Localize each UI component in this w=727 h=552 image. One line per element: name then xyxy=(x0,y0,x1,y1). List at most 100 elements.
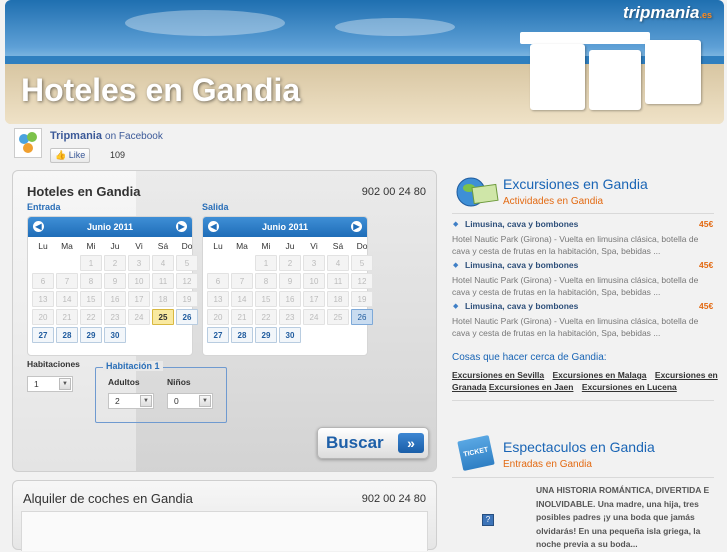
calendar-day[interactable]: 25 xyxy=(327,309,349,325)
calendar-day[interactable]: 21 xyxy=(231,309,253,325)
next-month-icon[interactable]: ▶ xyxy=(351,221,362,232)
activity-name[interactable]: Limusina, cava y bombones xyxy=(465,301,578,311)
excursiones-title[interactable]: Excursiones en Gandia xyxy=(503,176,648,192)
room-legend: Habitación 1 xyxy=(103,361,163,371)
next-month-icon[interactable]: ▶ xyxy=(176,221,187,232)
calendar-day[interactable]: 22 xyxy=(255,309,277,325)
prev-month-icon[interactable]: ◀ xyxy=(33,221,44,232)
calendar-day[interactable]: 17 xyxy=(303,291,325,307)
calendar-day[interactable]: 3 xyxy=(128,255,150,271)
calendar-empty xyxy=(303,327,325,343)
calendar-day[interactable]: 8 xyxy=(80,273,102,289)
buscar-label: Buscar xyxy=(326,433,384,452)
calendar-day[interactable]: 23 xyxy=(104,309,126,325)
question-icon[interactable]: ? xyxy=(482,514,494,526)
link-jaen[interactable]: Excursiones en Jaen xyxy=(489,382,574,392)
calendar-day[interactable]: 11 xyxy=(327,273,349,289)
calendar-day[interactable]: 22 xyxy=(80,309,102,325)
weekday: Mi xyxy=(86,241,96,251)
calendar-day[interactable]: 27 xyxy=(207,327,229,343)
calendar-day[interactable]: 2 xyxy=(279,255,301,271)
link-lucena[interactable]: Excursiones en Lucena xyxy=(582,382,677,392)
calendar-day[interactable]: 5 xyxy=(176,255,198,271)
divider xyxy=(452,213,714,214)
calendar-day[interactable]: 12 xyxy=(176,273,198,289)
calendar-day[interactable]: 4 xyxy=(327,255,349,271)
calendar-day[interactable]: 20 xyxy=(207,309,229,325)
calendar-day[interactable]: 19 xyxy=(176,291,198,307)
beach-hut xyxy=(589,50,641,110)
car-rental-title: Alquiler de coches en Gandia xyxy=(23,491,193,506)
espectaculos-title[interactable]: Espectaculos en Gandia xyxy=(503,439,655,455)
calendar-day[interactable]: 27 xyxy=(32,327,54,343)
calendar-day[interactable]: 8 xyxy=(255,273,277,289)
activity-name[interactable]: Limusina, cava y bombones xyxy=(465,219,578,229)
double-arrow-icon: » xyxy=(398,433,424,453)
facebook-page-name[interactable]: Tripmania on Facebook xyxy=(50,130,163,142)
calendar-empty xyxy=(32,255,54,271)
calendar-day[interactable]: 16 xyxy=(279,291,301,307)
calendar-day[interactable]: 6 xyxy=(207,273,229,289)
calendar-grid: 1 2 3 4 5 6 7 8 9 10 11 12 13 14 15 16 17 18 19 20 21 22 23 24 2… xyxy=(203,253,373,345)
calendar-day[interactable]: 28 xyxy=(56,327,78,343)
calendar-day[interactable]: 26 xyxy=(351,309,373,325)
calendar-day[interactable]: 16 xyxy=(104,291,126,307)
calendar-day[interactable]: 29 xyxy=(255,327,277,343)
excursiones-subtitle: Actividades en Gandia xyxy=(503,196,604,207)
calendar-day[interactable]: 30 xyxy=(104,327,126,343)
calendar-day[interactable]: 23 xyxy=(279,309,301,325)
calendar-day[interactable]: 10 xyxy=(303,273,325,289)
calendar-day[interactable]: 13 xyxy=(207,291,229,307)
activity-name[interactable]: Limusina, cava y bombones xyxy=(465,260,578,270)
facebook-on-label: on Facebook xyxy=(105,131,163,142)
calendar-day[interactable]: 21 xyxy=(56,309,78,325)
calendar-day[interactable]: 9 xyxy=(279,273,301,289)
calendar-day[interactable]: 1 xyxy=(80,255,102,271)
calendar-day[interactable]: 6 xyxy=(32,273,54,289)
calendar-day[interactable]: 28 xyxy=(231,327,253,343)
adultos-select[interactable]: 2 ▼ xyxy=(108,393,154,409)
calendar-day[interactable]: 26 xyxy=(176,309,198,325)
calendar-day[interactable]: 13 xyxy=(32,291,54,307)
link-malaga[interactable]: Excursiones en Malaga xyxy=(553,370,647,380)
divider xyxy=(452,477,714,478)
facebook-like-button[interactable]: 👍 Like xyxy=(50,148,91,163)
chevron-down-icon: ▼ xyxy=(140,395,152,407)
calendar-day[interactable]: 24 xyxy=(303,309,325,325)
calendar-day[interactable]: 29 xyxy=(80,327,102,343)
calendar-day[interactable]: 2 xyxy=(104,255,126,271)
calendar-day[interactable]: 14 xyxy=(56,291,78,307)
calendar-day[interactable]: 7 xyxy=(56,273,78,289)
prev-month-icon[interactable]: ◀ xyxy=(208,221,219,232)
calendar-day[interactable]: 17 xyxy=(128,291,150,307)
activity-price: 45€ xyxy=(699,301,714,311)
calendar-day[interactable]: 30 xyxy=(279,327,301,343)
calendar-day[interactable]: 10 xyxy=(128,273,150,289)
calendar-day[interactable]: 18 xyxy=(152,291,174,307)
brand-logo[interactable]: tripmania.es xyxy=(623,3,712,23)
ninos-select[interactable]: 0 ▼ xyxy=(167,393,213,409)
calendar-day[interactable]: 9 xyxy=(104,273,126,289)
calendar-day[interactable]: 5 xyxy=(351,255,373,271)
habitaciones-select[interactable]: 1 ▼ xyxy=(27,376,73,392)
ticket-icon: TICKET xyxy=(457,435,495,471)
espectaculos-subtitle: Entradas en Gandia xyxy=(503,459,592,470)
calendar-day[interactable]: 4 xyxy=(152,255,174,271)
calendar-day[interactable]: 15 xyxy=(80,291,102,307)
calendar-day[interactable]: 12 xyxy=(351,273,373,289)
link-sevilla[interactable]: Excursiones en Sevilla xyxy=(452,370,544,380)
tripmania-avatar[interactable] xyxy=(14,128,42,158)
calendar-day[interactable]: 11 xyxy=(152,273,174,289)
calendar-day[interactable]: 20 xyxy=(32,309,54,325)
calendar-day[interactable]: 1 xyxy=(255,255,277,271)
buscar-button[interactable]: Buscar » xyxy=(317,427,429,459)
calendar-day[interactable]: 18 xyxy=(327,291,349,307)
calendar-day[interactable]: 3 xyxy=(303,255,325,271)
calendar-day[interactable]: 15 xyxy=(255,291,277,307)
calendar-day[interactable]: 24 xyxy=(128,309,150,325)
weekday: Lu xyxy=(38,241,48,251)
calendar-day[interactable]: 7 xyxy=(231,273,253,289)
calendar-day[interactable]: 25 xyxy=(152,309,174,325)
calendar-day[interactable]: 19 xyxy=(351,291,373,307)
calendar-day[interactable]: 14 xyxy=(231,291,253,307)
